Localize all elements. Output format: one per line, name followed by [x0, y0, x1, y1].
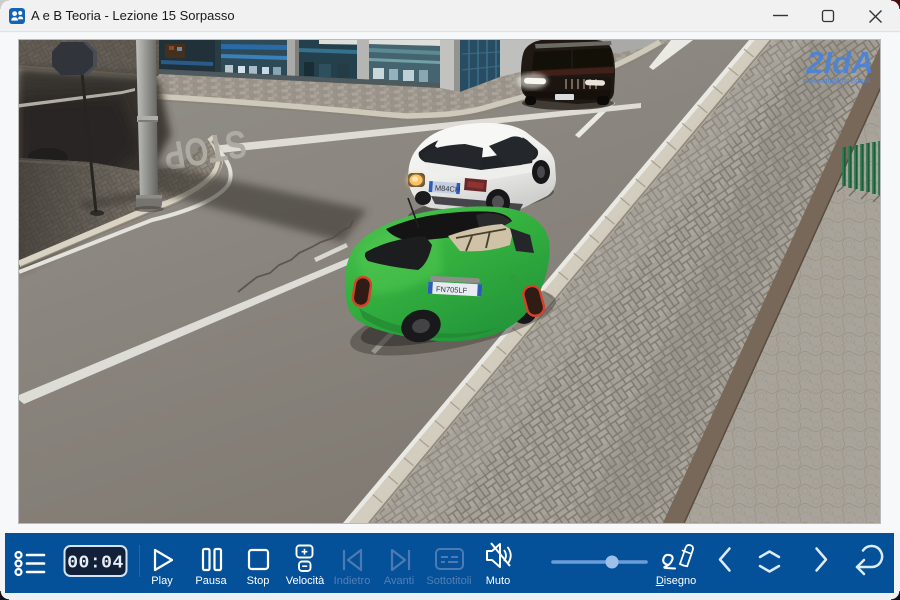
svg-text:2IdA: 2IdA	[805, 45, 873, 80]
svg-text:M84CH: M84CH	[435, 183, 461, 194]
svg-text:00:04: 00:04	[67, 554, 124, 574]
svg-text:FN705LF: FN705LF	[436, 285, 468, 296]
svg-text:AutoSoft Multimedia: AutoSoft Multimedia	[803, 78, 871, 85]
